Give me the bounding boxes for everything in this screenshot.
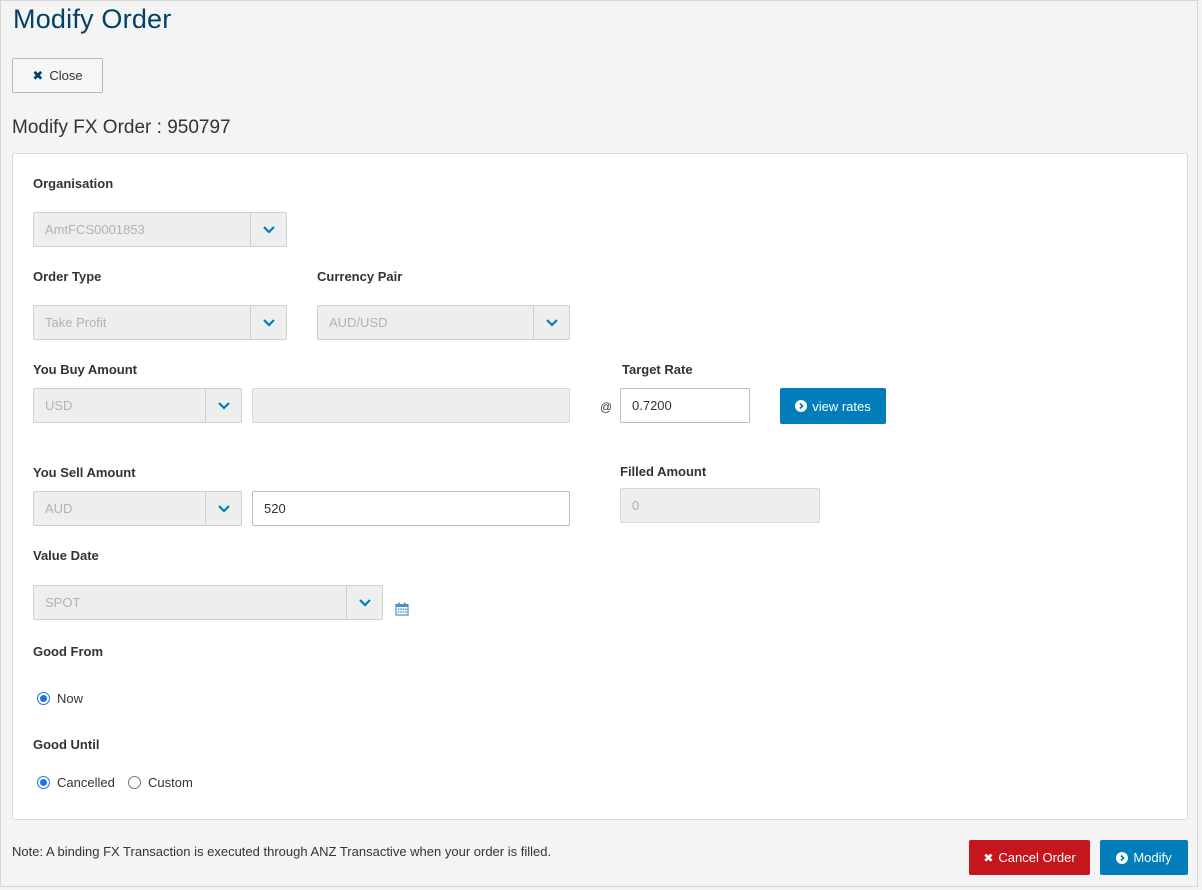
order-subtitle: Modify FX Order : 950797 — [12, 117, 231, 138]
radio-custom-label: Custom — [148, 775, 193, 790]
good-until-label: Good Until — [33, 737, 100, 752]
sell-amount-input[interactable]: 520 — [252, 491, 570, 526]
organisation-label: Organisation — [33, 176, 114, 191]
order-type-value: Take Profit — [45, 315, 107, 330]
currency-pair-label: Currency Pair — [317, 269, 403, 284]
order-form-card — [12, 153, 1188, 820]
currency-pair-value: AUD/USD — [329, 315, 388, 330]
chevron-down-icon[interactable] — [250, 306, 286, 339]
value-date-value: SPOT — [45, 595, 81, 610]
chevron-down-icon[interactable] — [533, 306, 569, 339]
buy-currency-value: USD — [45, 398, 73, 413]
modify-button[interactable]: Modify — [1100, 840, 1188, 875]
order-type-label: Order Type — [33, 269, 102, 284]
buy-currency-select[interactable]: USD — [33, 388, 242, 423]
close-icon: ✖ — [983, 850, 994, 865]
buy-amount-label: You Buy Amount — [33, 362, 137, 377]
good-from-now-option[interactable]: Now — [37, 691, 83, 706]
cancel-order-button[interactable]: ✖ Cancel Order — [969, 840, 1090, 875]
calendar-icon[interactable] — [395, 602, 409, 619]
sell-currency-select[interactable]: AUD — [33, 491, 242, 526]
circle-chevron-right-icon — [795, 400, 808, 412]
target-rate-input[interactable]: 0.7200 — [620, 388, 750, 423]
radio-custom[interactable] — [128, 776, 141, 789]
chevron-down-icon[interactable] — [250, 213, 286, 246]
circle-chevron-right-icon — [1116, 851, 1129, 864]
modify-label: Modify — [1133, 850, 1172, 865]
cancel-order-label: Cancel Order — [998, 850, 1076, 865]
radio-now-label: Now — [57, 691, 84, 706]
organisation-value: AmtFCS0001853 — [45, 222, 145, 237]
currency-pair-select[interactable]: AUD/USD — [317, 305, 570, 340]
chevron-down-icon[interactable] — [346, 586, 382, 619]
target-rate-label: Target Rate — [622, 362, 693, 377]
buy-amount-input[interactable] — [252, 388, 570, 423]
radio-now[interactable] — [37, 692, 50, 705]
at-symbol: @ — [600, 400, 613, 414]
good-from-label: Good From — [33, 644, 104, 659]
close-icon: ✖ — [32, 67, 44, 83]
order-type-select[interactable]: Take Profit — [33, 305, 287, 340]
sell-amount-label: You Sell Amount — [33, 465, 136, 480]
close-button[interactable]: ✖ Close — [12, 58, 103, 93]
organisation-select[interactable]: AmtFCS0001853 — [33, 212, 287, 247]
good-until-custom-option[interactable]: Custom — [128, 775, 193, 790]
radio-cancelled[interactable] — [37, 776, 50, 789]
sell-currency-value: AUD — [45, 501, 73, 516]
value-date-label: Value Date — [33, 548, 99, 563]
view-rates-label: view rates — [812, 398, 871, 414]
close-button-label: Close — [49, 68, 83, 83]
filled-amount-label: Filled Amount — [620, 464, 707, 479]
good-until-cancelled-option[interactable]: Cancelled — [37, 775, 115, 790]
chevron-down-icon[interactable] — [205, 492, 241, 525]
page-title: Modify Order — [13, 4, 172, 34]
view-rates-button[interactable]: view rates — [780, 388, 886, 424]
binding-note: Note: A binding FX Transaction is execut… — [12, 844, 552, 859]
radio-cancelled-label: Cancelled — [57, 775, 115, 790]
chevron-down-icon[interactable] — [205, 389, 241, 422]
value-date-select[interactable]: SPOT — [33, 585, 383, 620]
filled-amount-field: 0 — [620, 488, 820, 523]
